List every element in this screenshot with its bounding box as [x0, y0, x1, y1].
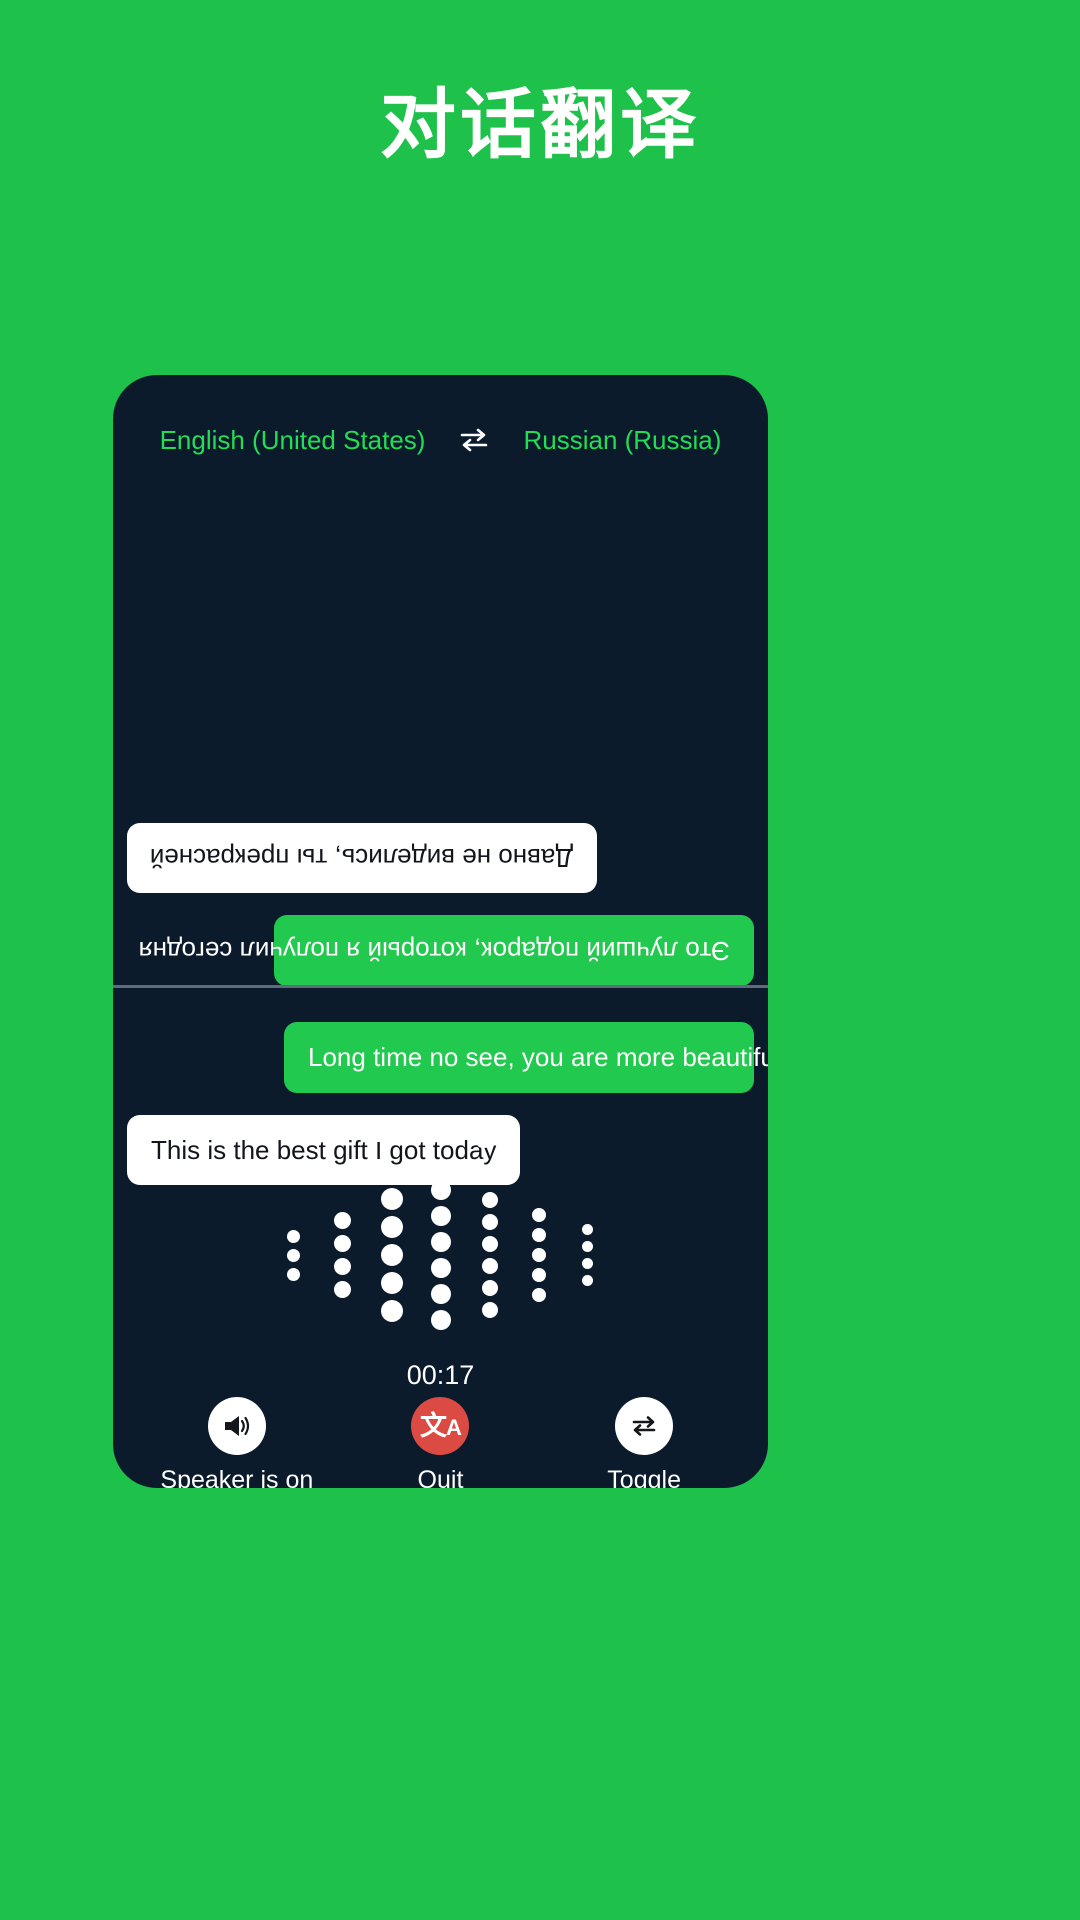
- phone-mockup: English (United States) Russian (Russia)…: [113, 375, 768, 1488]
- waveform-dot: [531, 1208, 546, 1222]
- waveform-dot: [582, 1241, 593, 1252]
- toggle-swap-icon: [615, 1397, 674, 1455]
- listening-status: Listening...: [363, 1117, 518, 1149]
- translate-glyph: 文A: [420, 1410, 462, 1441]
- swap-horizontal-icon[interactable]: [459, 427, 489, 453]
- quit-button-label: Quit: [417, 1466, 464, 1488]
- waveform-dot: [481, 1280, 498, 1296]
- waveform-dot: [481, 1236, 498, 1252]
- waveform-dot: [582, 1258, 593, 1269]
- waveform-dot: [531, 1228, 546, 1242]
- waveform-dot: [481, 1192, 498, 1208]
- waveform-dot: [481, 1258, 498, 1274]
- speaker-button-label: Speaker is on: [160, 1466, 314, 1488]
- translate-icon: 文A: [411, 1397, 470, 1455]
- speaker-button[interactable]: Speaker is on: [137, 1397, 337, 1488]
- waveform-dot: [287, 1267, 300, 1281]
- audio-waveform: [113, 1165, 768, 1345]
- waveform-dot: [287, 1229, 300, 1243]
- waveform-dot: [430, 1206, 451, 1226]
- waveform-column: [563, 1165, 612, 1345]
- waveform-dot: [531, 1288, 546, 1302]
- waveform-column: [416, 1165, 465, 1345]
- waveform-dot: [380, 1300, 403, 1322]
- rotated-conversation-pane: Это лучший подарок, который я получил се…: [113, 470, 768, 986]
- waveform-dot: [380, 1216, 403, 1238]
- waveform-dot: [430, 1180, 451, 1200]
- waveform-dot: [380, 1188, 403, 1210]
- target-language-selector[interactable]: Russian (Russia): [523, 425, 721, 456]
- waveform-dot: [430, 1232, 451, 1252]
- waveform-dot: [334, 1212, 351, 1229]
- quit-button[interactable]: 文A Quit: [340, 1397, 540, 1488]
- waveform-dot: [430, 1284, 451, 1304]
- waveform-dot: [531, 1248, 546, 1262]
- message-bubble-translated-2[interactable]: Давно не виделись, ты прекрасней: [127, 823, 597, 894]
- waveform-dot: [582, 1224, 593, 1235]
- waveform-dot: [334, 1281, 351, 1298]
- waveform-dot: [531, 1268, 546, 1282]
- toggle-button[interactable]: Toggle: [544, 1397, 744, 1488]
- control-bar: Speaker is on 文A Quit Toggle: [113, 1397, 768, 1488]
- language-bar: English (United States) Russian (Russia): [113, 415, 768, 465]
- source-language-selector[interactable]: English (United States): [160, 425, 426, 456]
- speaker-on-icon: [207, 1397, 266, 1455]
- waveform-column: [318, 1165, 367, 1345]
- message-bubble-translated-1[interactable]: Это лучший подарок, который я получил се…: [139, 915, 754, 986]
- waveform-dot: [481, 1302, 498, 1318]
- message-row: Это лучший подарок, который я получил се…: [127, 915, 754, 986]
- waveform-dot: [430, 1258, 451, 1278]
- waveform-dot: [430, 1310, 451, 1330]
- waveform-column: [367, 1165, 416, 1345]
- message-row: Long time no see, you are more beautiful: [127, 1022, 768, 1093]
- waveform-column: [514, 1165, 563, 1345]
- waveform-dot: [481, 1214, 498, 1230]
- waveform-dot: [380, 1244, 403, 1266]
- waveform-dot: [582, 1275, 593, 1286]
- waveform-dot: [334, 1235, 351, 1252]
- message-row: Давно не виделись, ты прекрасней: [127, 823, 754, 894]
- waveform-dot: [334, 1258, 351, 1275]
- toggle-button-label: Toggle: [607, 1466, 681, 1488]
- message-bubble-source-1[interactable]: Long time no see, you are more beautiful: [284, 1022, 768, 1093]
- recording-timer: 00:17: [406, 1360, 475, 1390]
- waveform-column: [269, 1165, 318, 1345]
- waveform-dot: [287, 1248, 300, 1262]
- waveform-dot: [380, 1272, 403, 1294]
- page-title: 对话翻译: [380, 83, 700, 168]
- waveform-column: [465, 1165, 514, 1345]
